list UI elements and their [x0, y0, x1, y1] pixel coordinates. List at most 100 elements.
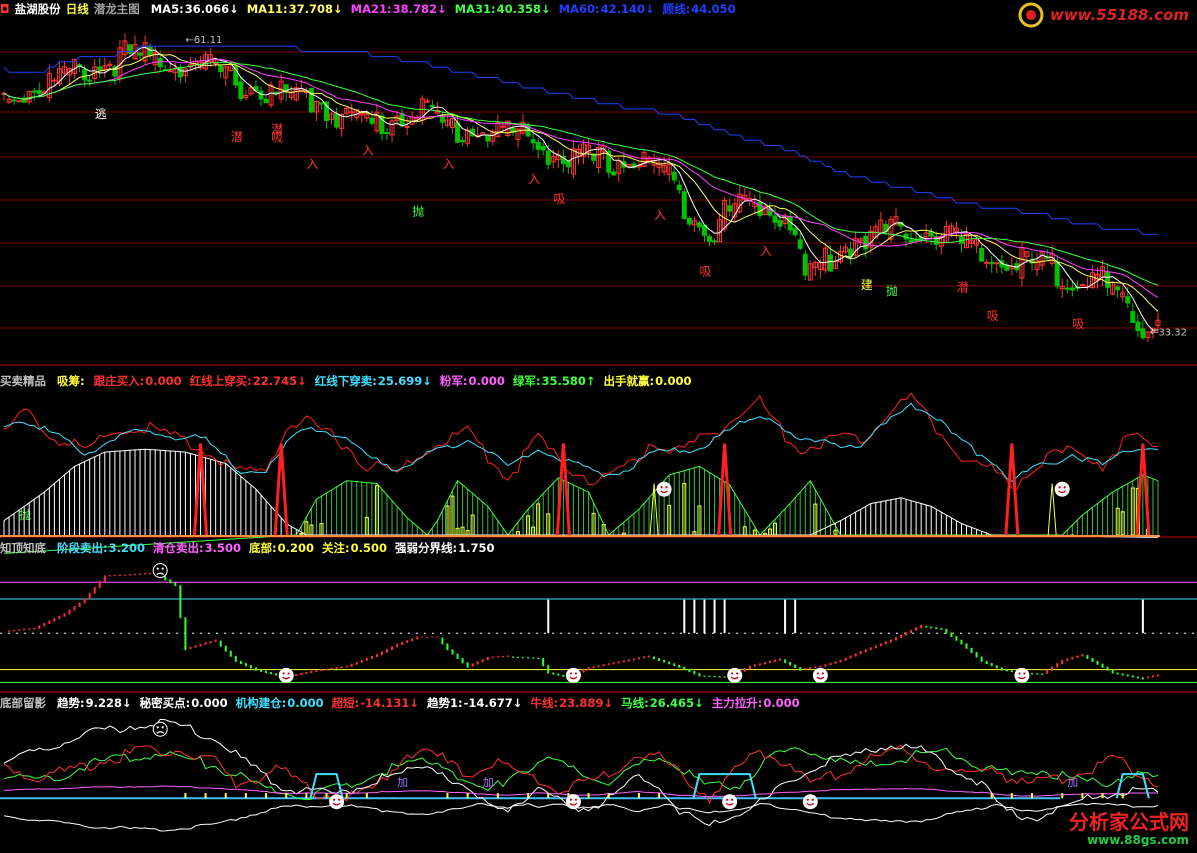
smile-face-icon: [802, 794, 818, 810]
candle-body: [318, 102, 324, 105]
signal-label: 逃: [95, 107, 107, 121]
face-eye: [731, 798, 734, 801]
legend-label: 主力拉升:: [711, 696, 763, 710]
frown-face-icon: [152, 721, 168, 737]
candle-body: [334, 113, 340, 128]
candle-body: [545, 150, 551, 165]
legend-item: MA5:36.066↓: [151, 2, 240, 16]
legend-item: 红线下穿卖:25.699↓: [315, 374, 433, 388]
signal-label: 吸: [699, 264, 711, 278]
legend-item: 阶段卖出:3.200: [57, 541, 146, 555]
panel4-title[interactable]: 底部留影: [0, 696, 46, 710]
legend-label: 机构建仓:: [235, 696, 287, 710]
face-eye: [574, 672, 578, 675]
candle-body: [1130, 311, 1136, 323]
smile-face-icon: [1014, 667, 1030, 683]
candle-body: [989, 262, 995, 265]
face-eye: [660, 486, 663, 489]
legend-label: MA21:: [350, 2, 392, 16]
legend-label: 关注:: [322, 541, 350, 555]
face-eye: [569, 672, 573, 675]
legend-label: 红线下穿卖:: [314, 374, 377, 388]
legend-label: 粉军:: [439, 374, 468, 388]
legend-item: MA60:42.140↓: [559, 2, 656, 16]
candle-body: [137, 52, 143, 56]
signal-label: 入: [654, 208, 666, 222]
legend-value: 0.000: [763, 696, 800, 710]
ma11-line: [3, 53, 1159, 312]
watermark-bottom-title: 分析家公式网: [1069, 810, 1189, 834]
candle-body: [157, 57, 163, 68]
legend-value: 0.200: [277, 541, 315, 555]
candle-body: [177, 66, 183, 78]
candle-body: [31, 90, 37, 93]
face-eye: [1063, 486, 1066, 489]
legend-value: 0.500: [350, 541, 388, 555]
legend-item: 强弱分界线:1.750: [395, 541, 496, 555]
signal-label: 抛: [886, 283, 898, 298]
main-rise-line: [3, 785, 1159, 798]
candle-body: [16, 100, 22, 103]
legend-item: 底部:0.200: [249, 541, 315, 555]
indicator-name[interactable]: 潜龙主图: [94, 2, 140, 16]
signal-label: 吸: [1072, 317, 1084, 331]
legend-value: 0.000: [191, 696, 228, 710]
red-cross-line: [3, 392, 1159, 491]
candle-body: [87, 79, 93, 82]
smile-face-icon: [722, 794, 738, 810]
smile-face-icon: [1054, 481, 1070, 497]
face-eye: [156, 567, 159, 570]
legend-label: 跟庄买入:: [93, 374, 145, 388]
bottom-shadow-header: 底部留影 趋势:9.228↓ 秘密买点:0.000 机构建仓:0.000 超短:-14…: [0, 694, 803, 712]
legend-item: 关注:0.500: [322, 541, 388, 555]
trend1-line: [3, 802, 1159, 832]
legend-label: 超短:: [331, 696, 360, 710]
legend-value: 36.066↓: [184, 2, 239, 16]
face-eye: [1058, 486, 1061, 489]
candle-body: [429, 104, 435, 108]
candle-body: [455, 122, 461, 143]
legend-item: 吸筹:: [57, 374, 87, 388]
period-label[interactable]: 日线: [66, 2, 89, 16]
panel2-legend: 吸筹: 跟庄买入:0.000 红线上穿买:22.745↓ 红线下穿卖:25.699↓ 粉…: [51, 374, 693, 388]
signal-label: 抛: [412, 204, 424, 219]
legend-value: 35.580↑: [541, 374, 596, 388]
candle-body: [792, 228, 798, 236]
candle-body: [167, 70, 173, 73]
ma31-line: [3, 61, 1159, 286]
legend-item: 粉军:0.000: [440, 374, 506, 388]
legend-label: 出手就赢:: [603, 374, 655, 388]
panel2-title[interactable]: 买卖精品: [0, 374, 46, 388]
signal-label: 吸: [987, 309, 999, 323]
candle-body: [51, 79, 57, 82]
legend-value: 9.228↓: [85, 696, 132, 710]
buy-spike: [1004, 443, 1020, 536]
trend-line: [3, 718, 1159, 826]
chart-canvas: ←61.11←33.32抛逃潜潜吸入入入抛入吸入吸入抛建 潜吸吸 加加加: [0, 33, 1197, 832]
legend-label: 吸筹:: [57, 374, 85, 388]
legend-value: 3.500: [204, 541, 242, 555]
face-eye: [736, 672, 739, 675]
candle-body: [696, 222, 702, 228]
candle-body: [671, 171, 677, 181]
legend-label: 阶段卖出:: [57, 541, 108, 555]
legend-label: MA60:: [558, 2, 600, 16]
face-eye: [821, 672, 824, 675]
legend-label: 趋势:: [57, 696, 85, 710]
app-menu-icon[interactable]: ◘: [0, 2, 10, 16]
stock-name[interactable]: 盐湖股份: [15, 2, 61, 16]
legend-item: MA31:40.358↓: [455, 2, 552, 16]
candle-body: [1115, 286, 1121, 291]
top-bottom-panel: [0, 563, 1197, 683]
top-bottom-header: 知顶知底 阶段卖出:3.200 清仓卖出:3.500 底部:0.200 关注:0.50…: [0, 539, 498, 557]
legend-value: 22.745↓: [252, 374, 307, 388]
face-eye: [161, 726, 164, 729]
swirl-logo-icon: [1018, 2, 1044, 28]
candle-body: [535, 141, 541, 150]
low-price-label: ←33.32: [1150, 328, 1187, 339]
legend-item: 跟庄买入:0.000: [94, 374, 183, 388]
candle-body: [797, 239, 803, 249]
legend-value: -14.677↓: [463, 696, 523, 710]
legend-label: 清仓卖出:: [153, 541, 204, 555]
panel3-title[interactable]: 知顶知底: [0, 541, 46, 555]
